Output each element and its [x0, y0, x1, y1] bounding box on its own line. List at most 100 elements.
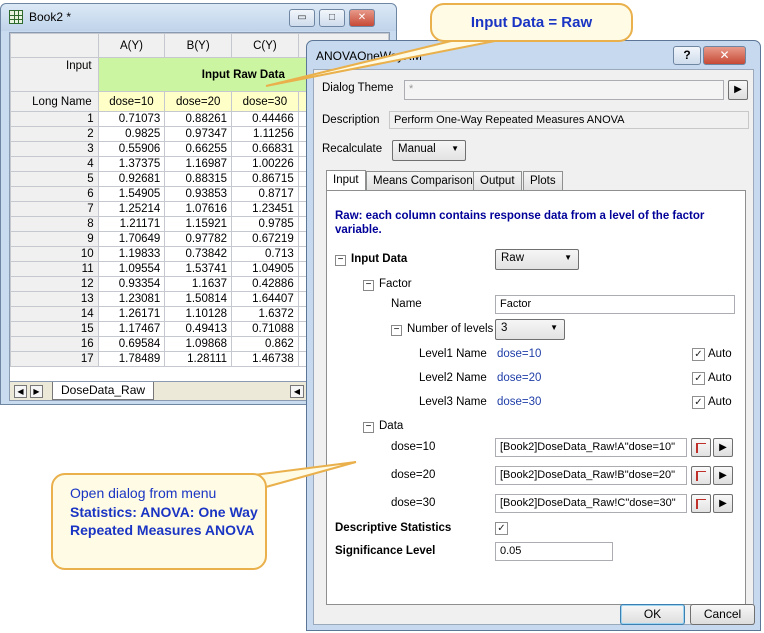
data-cell[interactable]: 1.54905 — [97, 186, 166, 202]
descriptive-statistics-checkbox[interactable]: ✓ — [495, 522, 508, 535]
data-cell[interactable]: 1.6372 — [231, 306, 299, 322]
data-cell[interactable]: 0.42886 — [231, 276, 299, 292]
row-number[interactable]: 10 — [10, 246, 99, 262]
row-number[interactable]: 7 — [10, 201, 99, 217]
data-cell[interactable]: 1.09554 — [97, 261, 166, 277]
data-cell[interactable]: 0.67219 — [231, 231, 299, 247]
data-cell[interactable]: 0.71088 — [231, 321, 299, 337]
data-cell[interactable]: 1.64407 — [231, 291, 299, 307]
corner-cell[interactable] — [10, 33, 99, 58]
data-cell[interactable]: 0.713 — [231, 246, 299, 262]
tab-output[interactable]: Output — [473, 171, 522, 190]
row-number[interactable]: 9 — [10, 231, 99, 247]
data-cell[interactable]: 1.09868 — [164, 336, 233, 352]
data3-range-input[interactable]: [Book2]DoseData_Raw!C"dose=30" — [495, 494, 687, 513]
horizontal-scroll-left-icon[interactable]: ◀ — [290, 385, 304, 398]
row-number[interactable]: 6 — [10, 186, 99, 202]
data-cell[interactable]: 1.16987 — [164, 156, 233, 172]
data2-select-range-icon[interactable] — [691, 466, 711, 485]
collapse-factor-icon[interactable]: − — [363, 280, 374, 291]
maximize-button[interactable]: □ — [319, 9, 345, 27]
row-number[interactable]: 1 — [10, 111, 99, 127]
data-cell[interactable]: 0.44466 — [231, 111, 299, 127]
tab-scroll-left-icon[interactable]: ◀ — [14, 385, 27, 398]
data-cell[interactable]: 0.93354 — [97, 276, 166, 292]
data-cell[interactable]: 0.97347 — [164, 126, 233, 142]
workbook-titlebar[interactable]: Book2 * ▭ □ ✕ — [1, 4, 396, 31]
level3-auto-checkbox[interactable]: ✓ — [692, 396, 705, 409]
close-button[interactable]: ✕ — [349, 9, 375, 27]
level2-name-value[interactable]: dose=20 — [497, 372, 541, 384]
level3-name-value[interactable]: dose=30 — [497, 396, 541, 408]
dialog-close-button[interactable]: ✕ — [703, 46, 746, 65]
row-number[interactable]: 3 — [10, 141, 99, 157]
collapse-data-icon[interactable]: − — [363, 422, 374, 433]
data-cell[interactable]: 0.9785 — [231, 216, 299, 232]
data-cell[interactable]: 1.70649 — [97, 231, 166, 247]
row-number[interactable]: 13 — [10, 291, 99, 307]
row-number[interactable]: 16 — [10, 336, 99, 352]
number-of-levels-combo[interactable]: 3 ▼ — [495, 319, 565, 340]
data-cell[interactable]: 1.1637 — [164, 276, 233, 292]
theme-menu-arrow-icon[interactable]: ▶ — [728, 80, 748, 100]
row-number[interactable]: 15 — [10, 321, 99, 337]
data-cell[interactable]: 0.8717 — [231, 186, 299, 202]
data-cell[interactable]: 0.9825 — [97, 126, 166, 142]
row-number[interactable]: 4 — [10, 156, 99, 172]
data-cell[interactable]: 1.07616 — [164, 201, 233, 217]
sheet-tab-dosedata-raw[interactable]: DoseData_Raw — [52, 382, 155, 400]
data1-menu-arrow-icon[interactable]: ▶ — [713, 438, 733, 457]
data-cell[interactable]: 1.00226 — [231, 156, 299, 172]
data3-select-range-icon[interactable] — [691, 494, 711, 513]
data-cell[interactable]: 0.93853 — [164, 186, 233, 202]
row-number[interactable]: 8 — [10, 216, 99, 232]
collapse-input-data-icon[interactable]: − — [335, 255, 346, 266]
data-cell[interactable]: 1.78489 — [97, 351, 166, 367]
row-number[interactable]: 5 — [10, 171, 99, 187]
data-cell[interactable]: 1.23451 — [231, 201, 299, 217]
significance-level-input[interactable]: 0.05 — [495, 542, 613, 561]
data1-range-input[interactable]: [Book2]DoseData_Raw!A"dose=10" — [495, 438, 687, 457]
data-cell[interactable]: 1.53741 — [164, 261, 233, 277]
data2-menu-arrow-icon[interactable]: ▶ — [713, 466, 733, 485]
data-cell[interactable]: 0.86715 — [231, 171, 299, 187]
row-number[interactable]: 2 — [10, 126, 99, 142]
data-cell[interactable]: 0.92681 — [97, 171, 166, 187]
data-cell[interactable]: 1.23081 — [97, 291, 166, 307]
data-cell[interactable]: 0.55906 — [97, 141, 166, 157]
data-cell[interactable]: 0.73842 — [164, 246, 233, 262]
long-name-b[interactable]: dose=20 — [164, 91, 233, 112]
data-cell[interactable]: 0.69584 — [97, 336, 166, 352]
data-cell[interactable]: 0.88261 — [164, 111, 233, 127]
tab-scroll-right-icon[interactable]: ▶ — [30, 385, 43, 398]
data-cell[interactable]: 0.66831 — [231, 141, 299, 157]
anova-dialog[interactable]: ANOVAOneWayRM ? ✕ Dialog Theme * ▶ Descr… — [306, 40, 761, 631]
data3-menu-arrow-icon[interactable]: ▶ — [713, 494, 733, 513]
tab-input[interactable]: Input — [326, 170, 366, 191]
long-name-a[interactable]: dose=10 — [97, 91, 166, 112]
data2-range-input[interactable]: [Book2]DoseData_Raw!B"dose=20" — [495, 466, 687, 485]
tab-means-comparison[interactable]: Means Comparison — [366, 171, 480, 190]
ok-button[interactable]: OK — [620, 604, 685, 625]
column-header-c[interactable]: C(Y) — [231, 33, 299, 58]
data-cell[interactable]: 1.28111 — [164, 351, 233, 367]
data-cell[interactable]: 1.26171 — [97, 306, 166, 322]
factor-name-input[interactable]: Factor — [495, 295, 735, 314]
data-cell[interactable]: 0.66255 — [164, 141, 233, 157]
column-header-b[interactable]: B(Y) — [164, 33, 233, 58]
data-cell[interactable]: 1.37375 — [97, 156, 166, 172]
tab-plots[interactable]: Plots — [523, 171, 563, 190]
level2-auto-checkbox[interactable]: ✓ — [692, 372, 705, 385]
column-header-a[interactable]: A(Y) — [97, 33, 166, 58]
cancel-button[interactable]: Cancel — [690, 604, 755, 625]
data-cell[interactable]: 0.71073 — [97, 111, 166, 127]
minimize-button[interactable]: ▭ — [289, 9, 315, 27]
data-cell[interactable]: 0.97782 — [164, 231, 233, 247]
help-button[interactable]: ? — [673, 46, 701, 65]
data-cell[interactable]: 1.25214 — [97, 201, 166, 217]
dialog-theme-field[interactable]: * — [404, 80, 724, 100]
data-cell[interactable]: 1.17467 — [97, 321, 166, 337]
data-cell[interactable]: 1.50814 — [164, 291, 233, 307]
data-cell[interactable]: 1.21171 — [97, 216, 166, 232]
data-cell[interactable]: 1.46738 — [231, 351, 299, 367]
